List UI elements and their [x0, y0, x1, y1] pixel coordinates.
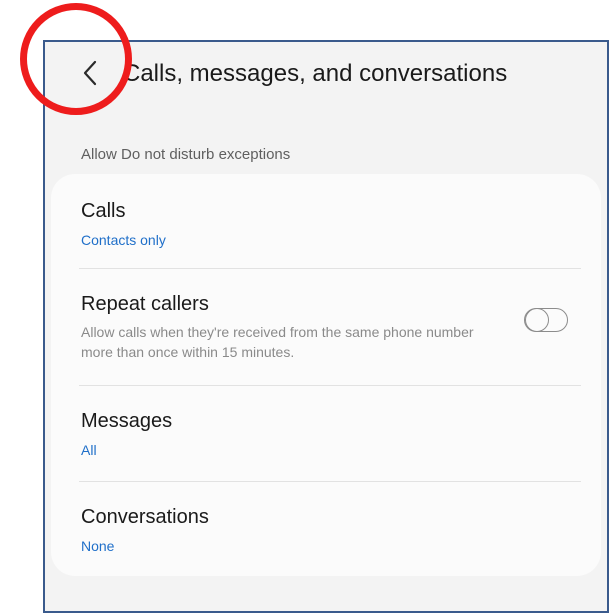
app-bar: Calls, messages, and conversations	[45, 42, 607, 122]
conversations-value: None	[81, 538, 115, 554]
messages-title: Messages	[81, 410, 173, 432]
section-label: Allow Do not disturb exceptions	[81, 146, 291, 163]
repeat-callers-description: Allow calls when they're received from t…	[81, 324, 474, 360]
messages-row[interactable]: Messages All	[51, 386, 601, 481]
conversations-row[interactable]: Conversations None	[51, 482, 601, 576]
back-button[interactable]	[75, 58, 105, 88]
conversations-title: Conversations	[81, 506, 209, 528]
calls-value: Contacts only	[81, 232, 166, 248]
calls-title: Calls	[81, 200, 126, 222]
repeat-callers-toggle[interactable]	[524, 307, 568, 332]
repeat-callers-row[interactable]: Repeat callers Allow calls when they're …	[51, 269, 601, 385]
settings-screen: Calls, messages, and conversations Allow…	[43, 40, 609, 613]
toggle-knob	[525, 307, 549, 332]
messages-value: All	[81, 442, 97, 458]
exceptions-card: Calls Contacts only Repeat callers Allow…	[51, 174, 601, 576]
chevron-left-icon	[83, 60, 97, 86]
repeat-callers-title: Repeat callers	[81, 293, 209, 315]
page-title: Calls, messages, and conversations	[123, 60, 508, 87]
calls-row[interactable]: Calls Contacts only	[51, 174, 601, 268]
